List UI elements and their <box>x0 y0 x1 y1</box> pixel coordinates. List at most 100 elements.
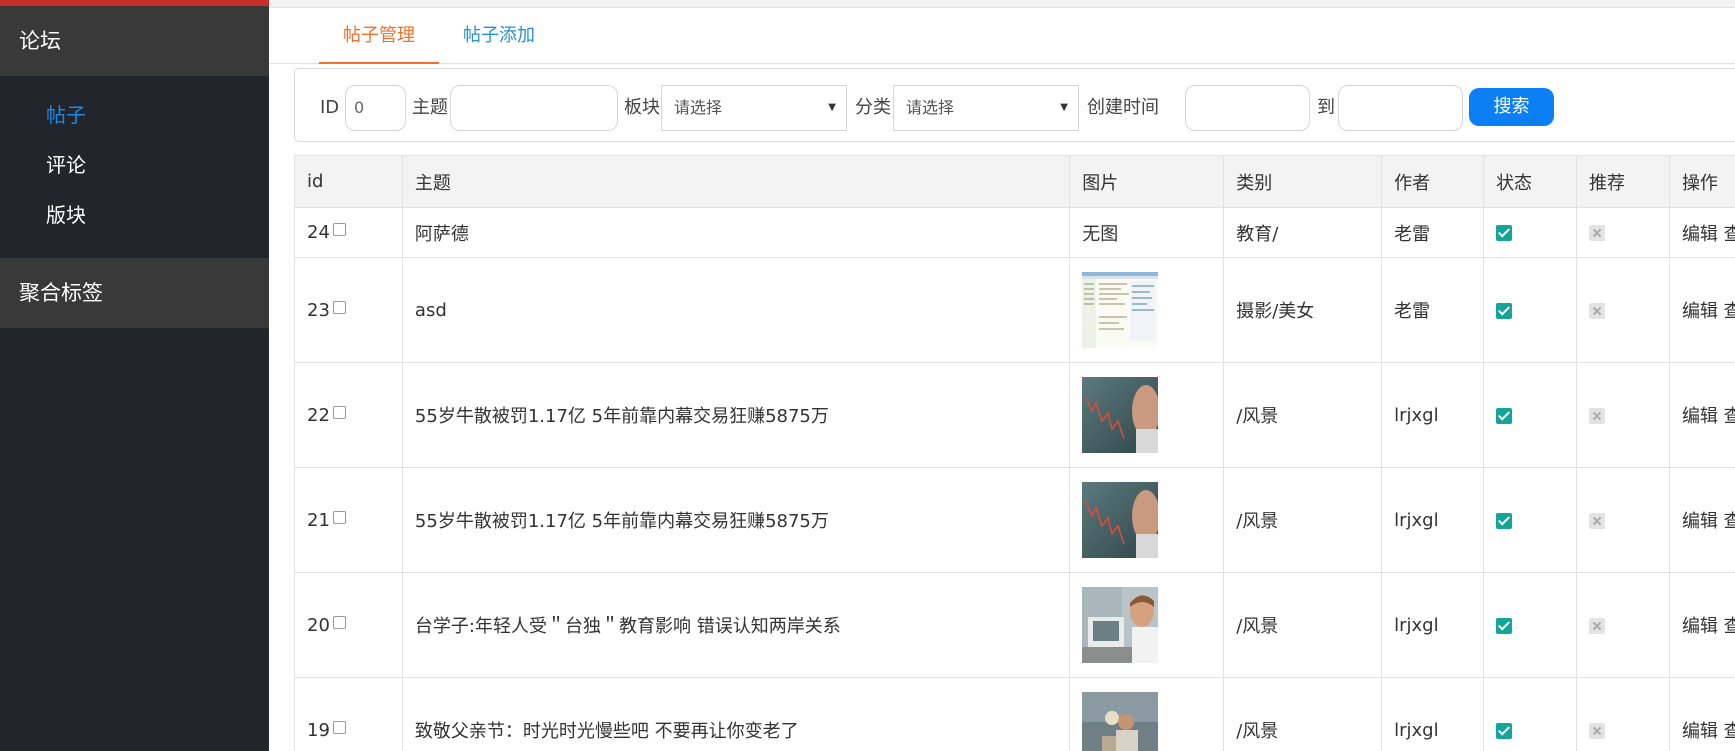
col-header-author: 作者 <box>1381 155 1485 208</box>
tab-post-management[interactable]: 帖子管理 <box>319 8 439 64</box>
table-row: 21 55岁牛散被罚1.17亿 5年前靠内幕交易狂赚5875万 /风景 lrjx… <box>294 467 1735 573</box>
created-start-input[interactable] <box>1185 85 1310 131</box>
cell-status <box>1483 362 1577 468</box>
cell-status <box>1483 257 1577 363</box>
cell-image <box>1069 572 1225 678</box>
cell-subject: asd <box>401 257 1071 363</box>
col-header-image: 图片 <box>1069 155 1225 208</box>
sidebar-section-tags[interactable]: 聚合标签 <box>0 258 269 328</box>
created-end-input[interactable] <box>1338 85 1463 131</box>
cell-image <box>1069 362 1225 468</box>
cell-id: 19 <box>294 677 403 751</box>
cell-status <box>1483 467 1577 573</box>
created-time-label: 创建时间 <box>1087 97 1159 118</box>
cell-status <box>1483 572 1577 678</box>
cell-actions[interactable]: 编辑 查 <box>1668 467 1735 573</box>
posts-table: id 主题 图片 类别 作者 状态 推荐 操作 24 阿萨德 无图 教育/ 老雷… <box>294 155 1735 751</box>
cell-recommend <box>1576 467 1670 573</box>
subject-input[interactable] <box>450 85 618 131</box>
recommend-disabled-icon[interactable] <box>1589 617 1605 634</box>
sidebar-item-comments[interactable]: 评论 <box>0 140 269 190</box>
cell-actions[interactable]: 编辑 查 <box>1668 257 1735 363</box>
cell-actions[interactable]: 编辑 查 <box>1668 572 1735 678</box>
row-checkbox[interactable] <box>332 510 346 524</box>
to-label: 到 <box>1317 97 1335 118</box>
cell-actions[interactable]: 编辑 查 <box>1668 362 1735 468</box>
table-row: 19 致敬父亲节：时光时光慢些吧 不要再让你变老了 /风景 lrjxgl 编辑 … <box>294 677 1735 751</box>
cell-id: 22 <box>294 362 403 468</box>
row-checkbox[interactable] <box>332 300 346 314</box>
cell-image: 无图 <box>1069 207 1225 258</box>
stock-chart-thumbnail[interactable] <box>1082 377 1159 453</box>
table-row: 20 台学子:年轻人受＂台独＂教育影响 错误认知两岸关系 /风景 lrjxgl … <box>294 572 1735 678</box>
cell-status <box>1483 207 1577 258</box>
cell-recommend <box>1576 677 1670 751</box>
status-checked-icon[interactable] <box>1496 407 1513 424</box>
table-header-row: id 主题 图片 类别 作者 状态 推荐 操作 <box>294 155 1735 208</box>
table-row: 22 55岁牛散被罚1.17亿 5年前靠内幕交易狂赚5875万 /风景 lrjx… <box>294 362 1735 468</box>
cell-image <box>1069 677 1225 751</box>
father-child-thumbnail[interactable] <box>1082 692 1159 751</box>
student-computer-thumbnail[interactable] <box>1082 587 1159 663</box>
cell-actions[interactable]: 编辑 查 <box>1668 207 1735 258</box>
row-checkbox[interactable] <box>332 615 346 629</box>
chevron-down-icon: ▼ <box>828 102 836 113</box>
category-select-value: 请选择 <box>906 98 955 117</box>
status-checked-icon[interactable] <box>1496 722 1513 739</box>
category-label: 分类 <box>855 97 891 118</box>
cell-author: lrjxgl <box>1381 572 1485 678</box>
cell-subject: 55岁牛散被罚1.17亿 5年前靠内幕交易狂赚5875万 <box>401 467 1071 573</box>
col-header-actions: 操作 <box>1668 155 1735 208</box>
recommend-disabled-icon[interactable] <box>1589 407 1605 424</box>
board-label: 板块 <box>624 97 660 118</box>
subject-label: 主题 <box>412 97 448 118</box>
recommend-disabled-icon[interactable] <box>1589 225 1605 241</box>
cell-author: lrjxgl <box>1381 677 1485 751</box>
recommend-disabled-icon[interactable] <box>1589 302 1605 319</box>
chevron-down-icon: ▼ <box>1060 102 1068 113</box>
table-row: 24 阿萨德 无图 教育/ 老雷 编辑 查 <box>294 207 1735 258</box>
row-checkbox[interactable] <box>332 223 346 236</box>
cell-author: lrjxgl <box>1381 467 1485 573</box>
tab-post-add[interactable]: 帖子添加 <box>449 8 549 64</box>
cell-recommend <box>1576 257 1670 363</box>
col-header-recommend: 推荐 <box>1576 155 1670 208</box>
cell-author: lrjxgl <box>1381 362 1485 468</box>
cell-status <box>1483 677 1577 751</box>
search-form: ID 0 主题 板块 请选择 ▼ 分类 请选择 ▼ 创建时间 到 搜索 <box>294 68 1735 142</box>
screenshot-thumbnail[interactable] <box>1082 272 1159 348</box>
row-checkbox[interactable] <box>332 720 346 734</box>
sidebar-item-posts[interactable]: 帖子 <box>0 90 269 140</box>
main-content: 帖子管理 帖子添加 ID 0 主题 板块 请选择 ▼ 分类 请选择 ▼ 创建时间… <box>269 0 1735 751</box>
tab-bar: 帖子管理 帖子添加 <box>269 8 1735 64</box>
id-label: ID <box>320 97 340 118</box>
category-select[interactable]: 请选择 ▼ <box>893 85 1079 131</box>
recommend-disabled-icon[interactable] <box>1589 722 1605 739</box>
row-checkbox[interactable] <box>332 405 346 419</box>
cell-id: 20 <box>294 572 403 678</box>
board-select-value: 请选择 <box>674 98 723 117</box>
id-input[interactable]: 0 <box>345 85 406 131</box>
sidebar: 论坛 帖子 评论 版块 聚合标签 <box>0 0 269 751</box>
top-strip <box>269 0 1735 8</box>
recommend-disabled-icon[interactable] <box>1589 512 1605 529</box>
cell-actions[interactable]: 编辑 查 <box>1668 677 1735 751</box>
cell-id: 24 <box>294 207 403 258</box>
cell-subject: 阿萨德 <box>401 207 1071 258</box>
col-header-status: 状态 <box>1483 155 1577 208</box>
col-header-category: 类别 <box>1223 155 1383 208</box>
col-header-id: id <box>294 155 403 208</box>
sidebar-item-boards[interactable]: 版块 <box>0 190 269 240</box>
status-checked-icon[interactable] <box>1496 512 1513 529</box>
cell-category: /风景 <box>1223 362 1383 468</box>
cell-subject: 台学子:年轻人受＂台独＂教育影响 错误认知两岸关系 <box>401 572 1071 678</box>
status-checked-icon[interactable] <box>1496 225 1513 241</box>
board-select[interactable]: 请选择 ▼ <box>661 85 847 131</box>
cell-subject: 55岁牛散被罚1.17亿 5年前靠内幕交易狂赚5875万 <box>401 362 1071 468</box>
stock-chart-thumbnail[interactable] <box>1082 482 1159 558</box>
search-button[interactable]: 搜索 <box>1469 88 1554 126</box>
status-checked-icon[interactable] <box>1496 302 1513 319</box>
cell-subject: 致敬父亲节：时光时光慢些吧 不要再让你变老了 <box>401 677 1071 751</box>
sidebar-section-forum[interactable]: 论坛 <box>0 6 269 76</box>
status-checked-icon[interactable] <box>1496 617 1513 634</box>
